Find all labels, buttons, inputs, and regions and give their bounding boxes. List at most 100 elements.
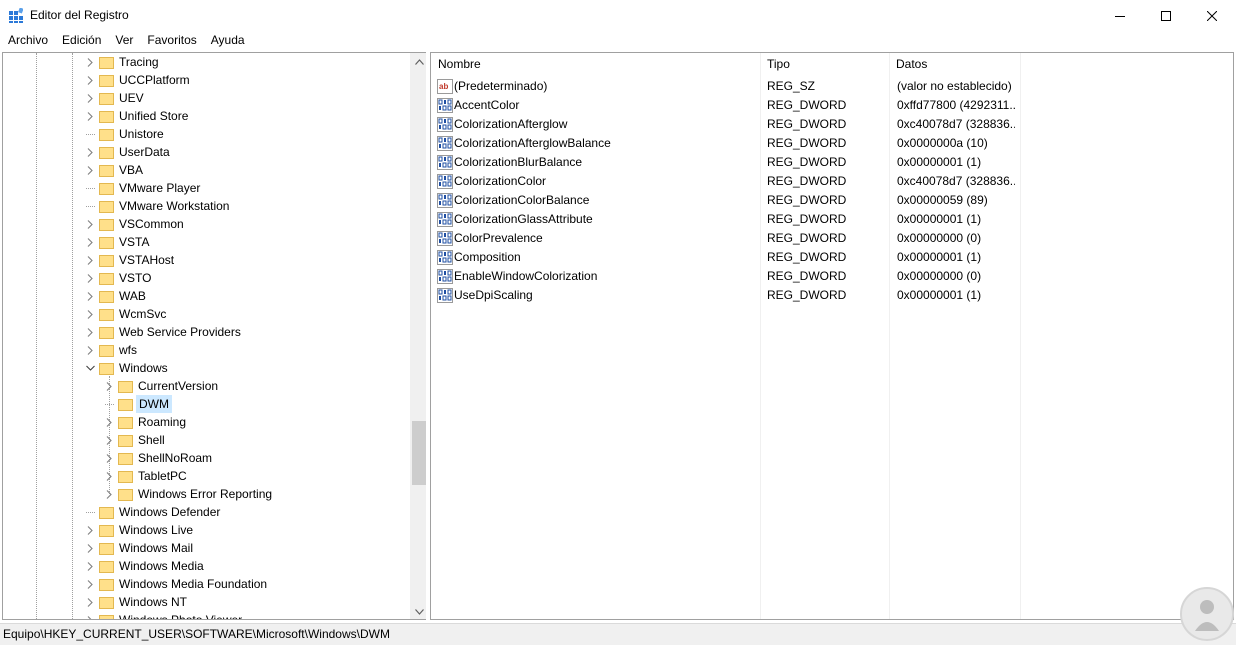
chevron-right-icon[interactable] [102,449,116,467]
tree-item-dwm[interactable]: DWM [102,395,172,413]
tree-item-windows-nt[interactable]: Windows NT [83,593,189,611]
folder-icon [118,397,133,411]
tree-item-wab[interactable]: WAB [83,287,148,305]
column-header-name[interactable]: Nombre [431,53,761,75]
chevron-right-icon[interactable] [83,575,97,593]
chevron-right-icon[interactable] [83,341,97,359]
chevron-right-icon[interactable] [83,323,97,341]
list-row[interactable]: ColorizationAfterglow REG_DWORD 0xc40078d7… [431,115,1233,134]
chevron-right-icon[interactable] [102,431,116,449]
list-row[interactable]: ColorizationColorBalance REG_DWORD 0x00000… [431,191,1233,210]
chevron-right-icon[interactable] [102,413,116,431]
tree-scrollbar[interactable] [410,53,426,619]
binary-value-icon [437,174,453,189]
tree-item-vstahost[interactable]: VSTAHost [83,251,176,269]
list-value-data: 0x00000000 (0) [897,231,982,245]
tree-item-tracing[interactable]: Tracing [83,53,161,71]
menu-edicion[interactable]: Edición [55,31,108,50]
list-value-type: REG_DWORD [767,269,847,283]
close-button[interactable] [1189,0,1235,31]
list-row[interactable]: ColorizationGlassAttribute REG_DWORD 0x000… [431,210,1233,229]
chevron-right-icon[interactable] [83,593,97,611]
tree-item-windows-photo-viewer[interactable]: Windows Photo Viewer [83,611,244,619]
tree-item-windows[interactable]: Windows [83,359,170,377]
chevron-right-icon[interactable] [83,233,97,251]
list-value-type: REG_DWORD [767,212,847,226]
list-value-type: REG_DWORD [767,136,847,150]
tree-item-vscommon[interactable]: VSCommon [83,215,186,233]
list-row[interactable]: EnableWindowColorization REG_DWORD 0x00000… [431,267,1233,286]
chevron-right-icon[interactable] [83,251,97,269]
menu-favoritos[interactable]: Favoritos [140,31,203,50]
chevron-right-icon[interactable] [83,305,97,323]
chevron-right-icon[interactable] [83,53,97,71]
scroll-up-button[interactable] [411,53,426,70]
chevron-right-icon[interactable] [83,71,97,89]
tree-item-web-service-providers[interactable]: Web Service Providers [83,323,243,341]
scroll-thumb[interactable] [412,421,426,485]
tree-item-wcmsvc[interactable]: WcmSvc [83,305,168,323]
list-row[interactable]: UseDpiScaling REG_DWORD 0x00000001 (1) [431,286,1233,305]
chevron-right-icon[interactable] [83,611,97,619]
tree-item-vmware-workstation[interactable]: VMware Workstation [83,197,231,215]
tree-item-uccplatform[interactable]: UCCPlatform [83,71,192,89]
tree-item-vsto[interactable]: VSTO [83,269,153,287]
tree-item-wfs[interactable]: wfs [83,341,139,359]
chevron-right-icon[interactable] [83,215,97,233]
binary-value-icon [437,117,453,132]
menu-ayuda[interactable]: Ayuda [204,31,252,50]
chevron-right-icon[interactable] [83,539,97,557]
maximize-button[interactable] [1143,0,1189,31]
list-row[interactable]: ColorizationAfterglowBalance REG_DWORD 0x0… [431,134,1233,153]
folder-icon [99,613,114,619]
tree-item-windows-live[interactable]: Windows Live [83,521,195,539]
tree-item-windows-media[interactable]: Windows Media [83,557,206,575]
tree-item-roaming[interactable]: Roaming [102,413,188,431]
chevron-right-icon[interactable] [102,377,116,395]
folder-icon [99,325,114,339]
chevron-down-icon[interactable] [83,359,97,377]
list-row[interactable]: ab (Predeterminado) REG_SZ (valor no establ… [431,77,1233,96]
tree-item-unified-store[interactable]: Unified Store [83,107,190,125]
chevron-right-icon[interactable] [83,161,97,179]
tree-item-shell[interactable]: Shell [102,431,167,449]
tree-item-vba[interactable]: VBA [83,161,145,179]
tree-item-userdata[interactable]: UserData [83,143,172,161]
tree-item-shellnoroam[interactable]: ShellNoRoam [102,449,214,467]
chevron-right-icon[interactable] [83,89,97,107]
folder-icon [99,505,114,519]
tree-item-vmware-player[interactable]: VMware Player [83,179,202,197]
list-row[interactable]: ColorizationColor REG_DWORD 0xc40078d7 (32… [431,172,1233,191]
tree-item-windows-media-foundation[interactable]: Windows Media Foundation [83,575,269,593]
svg-text:ab: ab [439,82,448,91]
list-row[interactable]: ColorizationBlurBalance REG_DWORD 0x000000… [431,153,1233,172]
tree-item-windows-mail[interactable]: Windows Mail [83,539,195,557]
chevron-right-icon[interactable] [83,269,97,287]
menu-archivo[interactable]: Archivo [0,31,55,50]
chevron-right-icon[interactable] [102,467,116,485]
tree-item-windows-error-reporting[interactable]: Windows Error Reporting [102,485,274,503]
values-list[interactable]: Nombre Tipo Datos ab (Predeterminado) REG_… [430,52,1234,620]
tree-item-uev[interactable]: UEV [83,89,146,107]
list-value-name: UseDpiScaling [454,288,533,302]
column-header-data[interactable]: Datos [889,53,1019,75]
list-row[interactable]: AccentColor REG_DWORD 0xffd77800 (4292311.… [431,96,1233,115]
chevron-right-icon[interactable] [83,521,97,539]
tree-item-vsta[interactable]: VSTA [83,233,151,251]
list-row[interactable]: ColorPrevalence REG_DWORD 0x00000000 (0) [431,229,1233,248]
scroll-down-button[interactable] [411,603,426,619]
chevron-right-icon[interactable] [83,557,97,575]
chevron-right-icon[interactable] [83,287,97,305]
list-row[interactable]: Composition REG_DWORD 0x00000001 (1) [431,248,1233,267]
tree-item-currentversion[interactable]: CurrentVersion [102,377,220,395]
chevron-right-icon[interactable] [102,485,116,503]
tree-item-tabletpc[interactable]: TabletPC [102,467,189,485]
menu-ver[interactable]: Ver [108,31,140,50]
column-header-type[interactable]: Tipo [760,53,890,75]
minimize-button[interactable] [1097,0,1143,31]
tree-item-unistore[interactable]: Unistore [83,125,166,143]
chevron-right-icon[interactable] [83,107,97,125]
registry-tree[interactable]: Tracing UCCPlatform UEV Unified Store Unisto… [2,52,426,620]
chevron-right-icon[interactable] [83,143,97,161]
tree-item-windows-defender[interactable]: Windows Defender [83,503,222,521]
